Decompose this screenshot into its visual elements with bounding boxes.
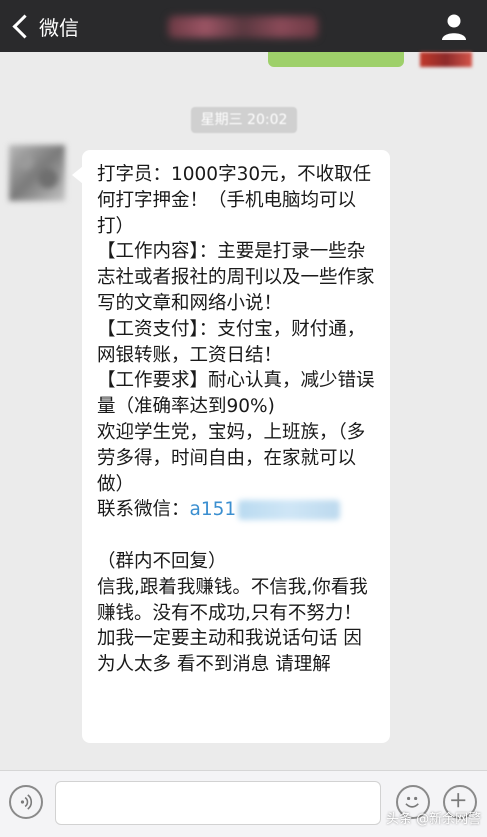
wechat-id-link[interactable]: a151 — [190, 499, 237, 520]
navigation-bar: 微信 — [0, 0, 487, 52]
back-button[interactable]: 微信 — [10, 11, 79, 41]
message-input[interactable] — [55, 781, 381, 825]
message-text: 打字员：1000字30元，不收取任何打字押金！（手机电脑均可以打） 【工作内容】… — [97, 162, 376, 678]
chevron-left-icon — [12, 13, 37, 39]
message-line: 欢迎学生党，宝妈，上班族，（多劳多得，时间自由，在家就可以做） — [97, 421, 366, 495]
message-line: 信我,跟着我赚钱。不信我,你看我赚钱。没有不成功,只有不努力！ 加我一定要主动和… — [97, 576, 368, 676]
contact-line: 联系微信：a151 — [97, 497, 376, 523]
wechat-id-redacted — [238, 500, 341, 521]
message-line: 打字员：1000字30元，不收取任何打字押金！（手机电脑均可以打） — [97, 164, 372, 237]
message-line: （群内不回复） — [97, 550, 227, 572]
message-line: 【工作内容】：主要是打录一些杂志社或者报社的周刊以及一些作家写的文章和网络小说！ — [97, 241, 375, 314]
message-line: 【工作要求】耐心认真，减少错误量（准确率达到90%) — [97, 370, 375, 418]
contact-prefix: 联系微信： — [97, 499, 190, 521]
person-icon[interactable] — [439, 12, 469, 42]
sender-avatar[interactable] — [9, 145, 65, 201]
message-line: 【工资支付】：支付宝，财付通，网银转账，工资日结！ — [97, 318, 366, 366]
message-timestamp: 星期三 20:02 — [191, 107, 297, 133]
incoming-message-bubble[interactable]: 打字员：1000字30元，不收取任何打字押金！（手机电脑均可以打） 【工作内容】… — [82, 150, 390, 743]
chat-title-redacted — [168, 16, 318, 38]
outgoing-message-bubble[interactable] — [268, 52, 404, 67]
watermark: 头条 @新余网警 — [386, 812, 482, 827]
my-avatar[interactable] — [420, 52, 472, 67]
back-label: 微信 — [39, 15, 79, 40]
voice-icon[interactable] — [9, 785, 43, 819]
